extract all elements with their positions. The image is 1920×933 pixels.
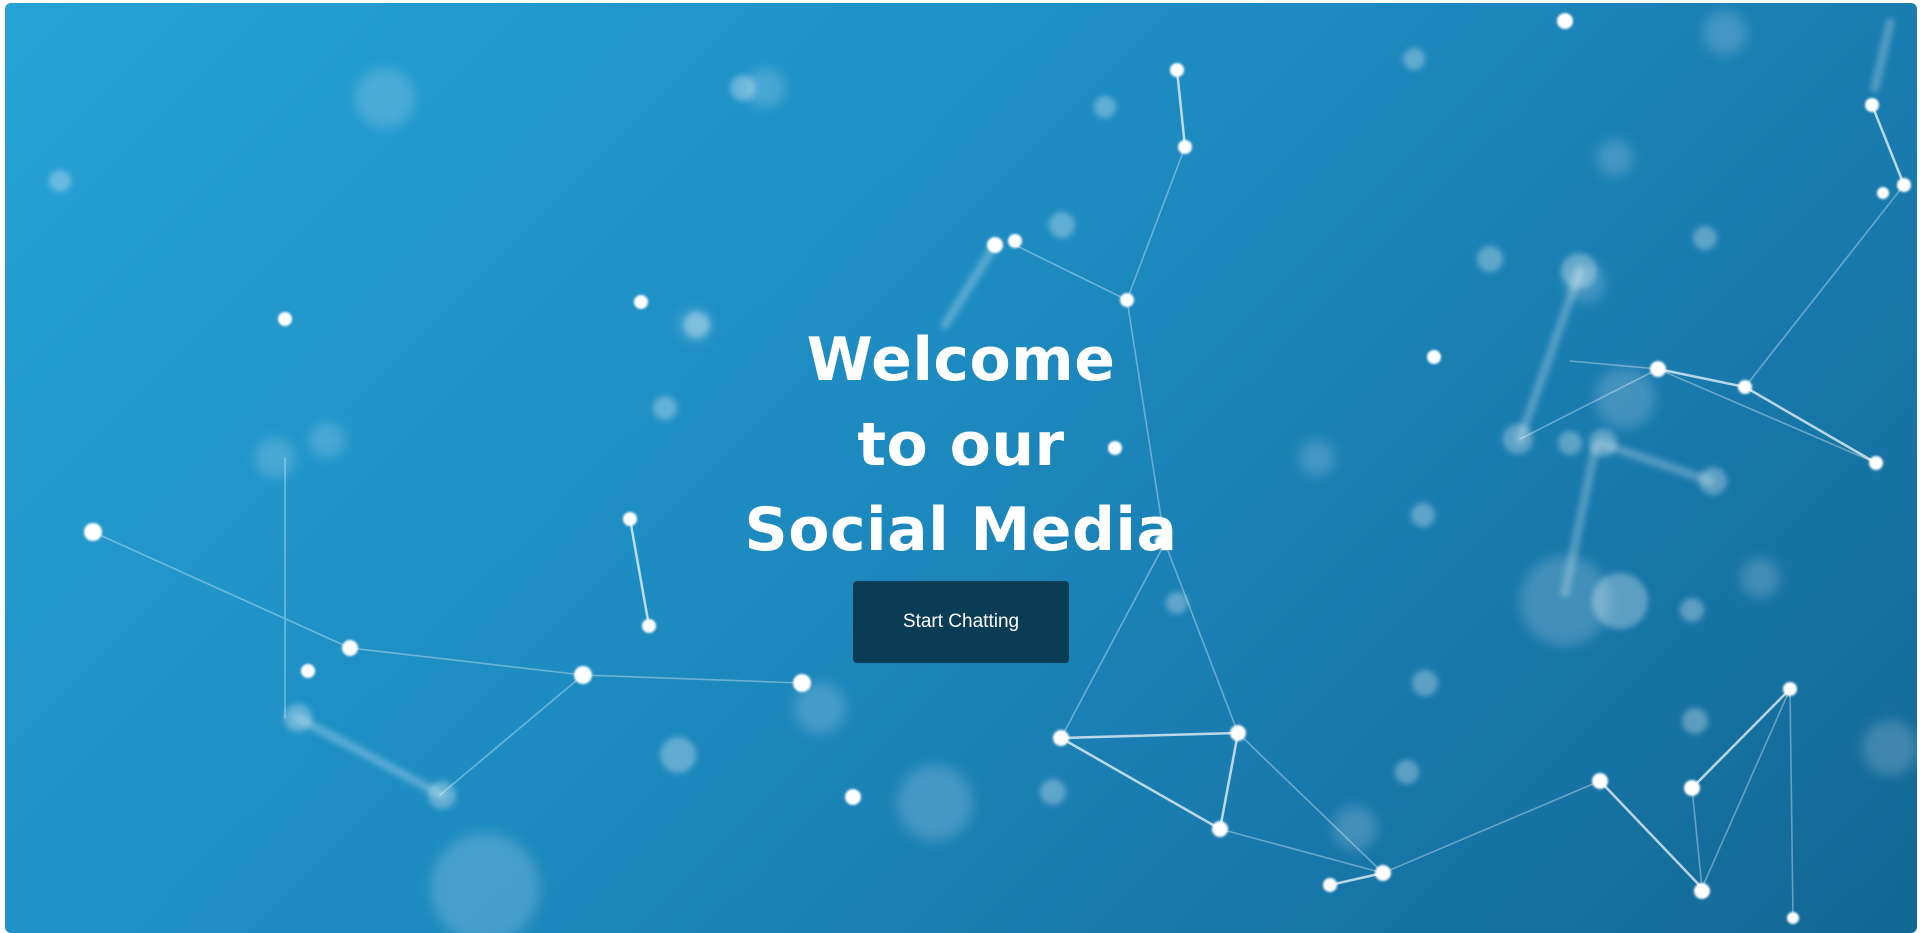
landing-hero-section: Welcome to our Social Media Start Chatti… — [5, 3, 1917, 933]
hero-title-line-1: Welcome — [806, 325, 1116, 395]
hero-title-line-2: to our — [857, 410, 1065, 480]
hero-title: Welcome to our Social Media — [5, 318, 1917, 573]
hero-title-line-3: Social Media — [744, 495, 1178, 565]
hero-content: Welcome to our Social Media Start Chatti… — [5, 318, 1917, 663]
start-chatting-button[interactable]: Start Chatting — [853, 581, 1069, 663]
